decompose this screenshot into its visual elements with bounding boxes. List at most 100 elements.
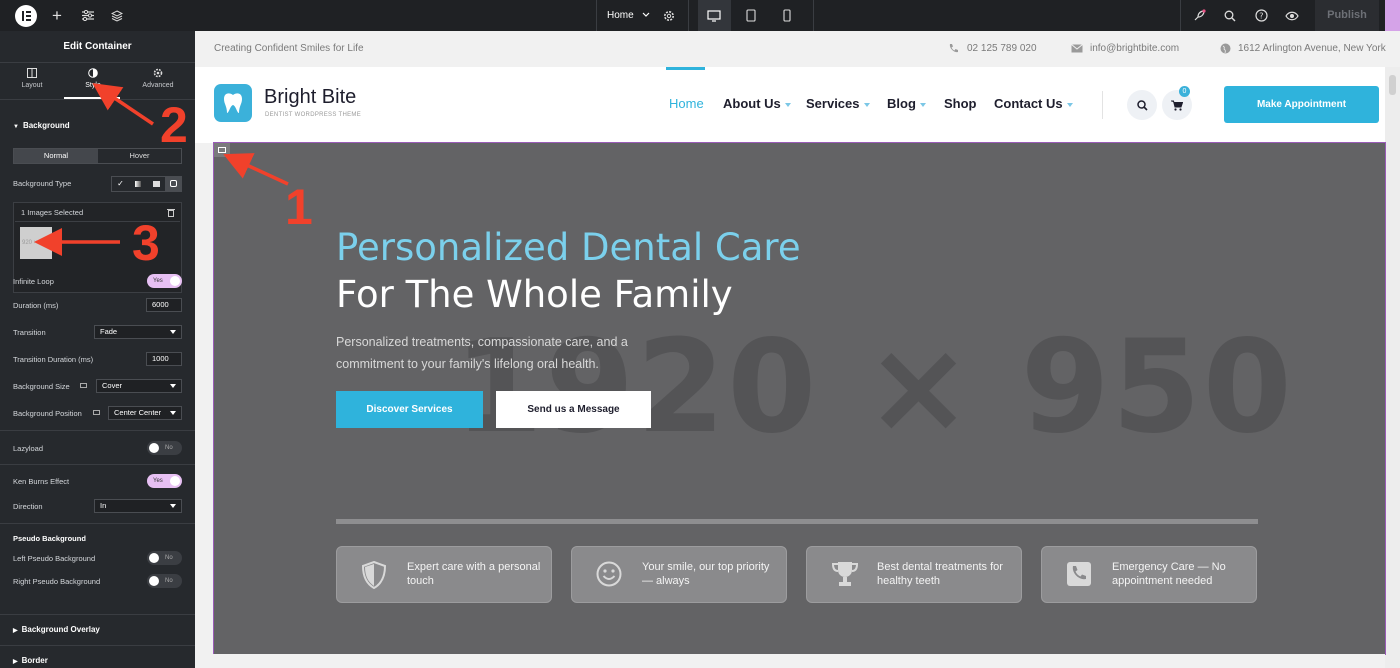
page-settings-gear-icon[interactable]	[662, 0, 676, 31]
contact-phone[interactable]: 02 125 789 020	[967, 43, 1037, 54]
chevron-down-icon	[643, 12, 650, 17]
lazyload-label: Lazyload	[13, 444, 44, 453]
infinite-loop-toggle[interactable]: Yes	[147, 274, 182, 288]
lazyload-toggle[interactable]: No	[147, 441, 182, 455]
transition-value: Fade	[100, 327, 118, 336]
normal-state-tab[interactable]: Normal	[14, 149, 98, 163]
nav-home[interactable]: Home	[669, 96, 704, 111]
annotation-number-1: 1	[285, 179, 313, 235]
nav-contact-us[interactable]: Contact Us	[994, 96, 1073, 111]
feature-card: Emergency Care — No appointment needed	[1041, 546, 1257, 603]
nav-about-us[interactable]: About Us	[723, 96, 791, 111]
ken-burns-toggle[interactable]: Yes	[147, 474, 182, 488]
container-icon	[218, 147, 226, 153]
page-select-dropdown[interactable]: Home	[607, 0, 650, 31]
bg-type-gradient-icon[interactable]	[129, 177, 147, 191]
cart-count-badge: 0	[1179, 86, 1190, 97]
ken-burns-label: Ken Burns Effect	[13, 477, 70, 486]
bg-position-value: Center Center	[114, 408, 162, 417]
section-border-header[interactable]: ▶ Border	[13, 656, 48, 665]
elementor-logo-icon[interactable]	[15, 5, 37, 27]
bg-type-slideshow-icon[interactable]	[165, 177, 181, 191]
feature-text: Expert care with a personal touch	[407, 561, 541, 587]
tab-advanced-label: Advanced	[142, 82, 174, 89]
bg-type-choices: ✓	[111, 176, 182, 192]
brand-name[interactable]: Bright Bite	[264, 86, 356, 109]
feature-text: Emergency Care — No appointment needed	[1112, 561, 1226, 587]
active-nav-indicator	[666, 67, 705, 70]
make-appointment-button[interactable]: Make Appointment	[1224, 86, 1379, 123]
transition-duration-input[interactable]: 1000	[146, 352, 182, 366]
responsive-desktop-icon[interactable]	[93, 410, 100, 415]
canvas-scrollbar[interactable]	[1385, 67, 1400, 668]
header-cart-button[interactable]: 0	[1162, 86, 1192, 120]
annotation-number-2: 2	[160, 97, 188, 153]
hero-title-line2: For The Whole Family	[336, 273, 733, 316]
panel-title: Edit Container	[63, 41, 132, 52]
right-pseudo-toggle[interactable]: No	[147, 574, 182, 588]
right-pseudo-label: Right Pseudo Background	[13, 577, 101, 586]
nav-blog-label: Blog	[887, 96, 916, 111]
bg-type-none-icon[interactable]: ✓	[112, 177, 129, 191]
mobile-icon[interactable]	[780, 0, 794, 31]
header-search-button[interactable]	[1127, 90, 1157, 120]
publish-button[interactable]: Publish	[1315, 0, 1379, 31]
gallery-thumbnail[interactable]: 920 ×	[20, 227, 52, 259]
tablet-icon[interactable]	[743, 0, 759, 31]
section-border-label: Border	[21, 656, 48, 665]
nav-shop[interactable]: Shop	[944, 96, 977, 111]
left-pseudo-toggle[interactable]: No	[147, 551, 182, 565]
feature-card: Your smile, our top priority — always	[571, 546, 787, 603]
brand-logo[interactable]	[214, 84, 252, 122]
left-pseudo-label: Left Pseudo Background	[13, 554, 96, 563]
section-background-header[interactable]: ▼ Background	[13, 121, 70, 130]
search-icon[interactable]	[1221, 0, 1239, 31]
desktop-icon[interactable]	[705, 0, 723, 31]
bg-size-label: Background Size	[13, 382, 70, 391]
globe-icon	[1220, 43, 1231, 54]
section-overlay-header[interactable]: ▶ Background Overlay	[13, 625, 100, 634]
nav-services[interactable]: Services	[806, 96, 870, 111]
container-handle[interactable]	[214, 143, 230, 157]
publish-options-button[interactable]	[1385, 0, 1400, 31]
tab-layout[interactable]: Layout	[1, 68, 63, 89]
bg-type-video-icon[interactable]	[147, 177, 165, 191]
nav-blog[interactable]: Blog	[887, 96, 926, 111]
bg-size-select[interactable]: Cover	[96, 379, 182, 393]
canvas-bottom-gap	[195, 654, 1385, 668]
direction-label: Direction	[13, 502, 43, 511]
preview-eye-icon[interactable]	[1283, 0, 1301, 31]
responsive-desktop-icon[interactable]	[80, 383, 87, 388]
phone-icon	[1067, 562, 1091, 586]
direction-value: In	[100, 501, 107, 510]
transition-select[interactable]: Fade	[94, 325, 182, 339]
duration-input[interactable]: 6000	[146, 298, 182, 312]
section-background-label: Background	[22, 121, 70, 130]
contact-email[interactable]: info@brightbite.com	[1090, 43, 1179, 54]
bg-size-value: Cover	[102, 381, 123, 390]
nav-contact-us-label: Contact Us	[994, 96, 1063, 111]
layout-icon	[27, 68, 37, 78]
tab-style[interactable]: Style	[62, 68, 124, 89]
trash-icon[interactable]	[167, 208, 175, 217]
site-header: Bright Bite DENTIST WORDPRESS THEME Home…	[195, 67, 1385, 143]
site-settings-icon[interactable]	[79, 0, 97, 31]
top-info-bar: Creating Confident Smiles for Life 02 12…	[195, 31, 1400, 67]
bg-position-label: Background Position	[13, 409, 82, 418]
discover-services-button[interactable]: Discover Services	[336, 391, 483, 428]
bg-position-select[interactable]: Center Center	[108, 406, 182, 420]
tab-layout-label: Layout	[21, 82, 43, 89]
direction-select[interactable]: In	[94, 499, 182, 513]
send-message-button[interactable]: Send us a Message	[496, 391, 651, 428]
hero-divider	[336, 519, 1258, 524]
section-overlay-label: Background Overlay	[21, 625, 100, 634]
normal-hover-switch: Normal Hover	[13, 148, 182, 164]
add-element-icon[interactable]: +	[48, 0, 66, 31]
feature-card: Best dental treatments for healthy teeth	[806, 546, 1022, 603]
help-icon[interactable]: ?	[1252, 0, 1270, 31]
tab-advanced[interactable]: Advanced	[127, 68, 189, 89]
notifications-rocket-icon[interactable]	[1190, 0, 1208, 31]
phone-icon	[949, 44, 958, 53]
transition-label: Transition	[13, 328, 46, 337]
structure-layers-icon[interactable]	[108, 0, 126, 31]
